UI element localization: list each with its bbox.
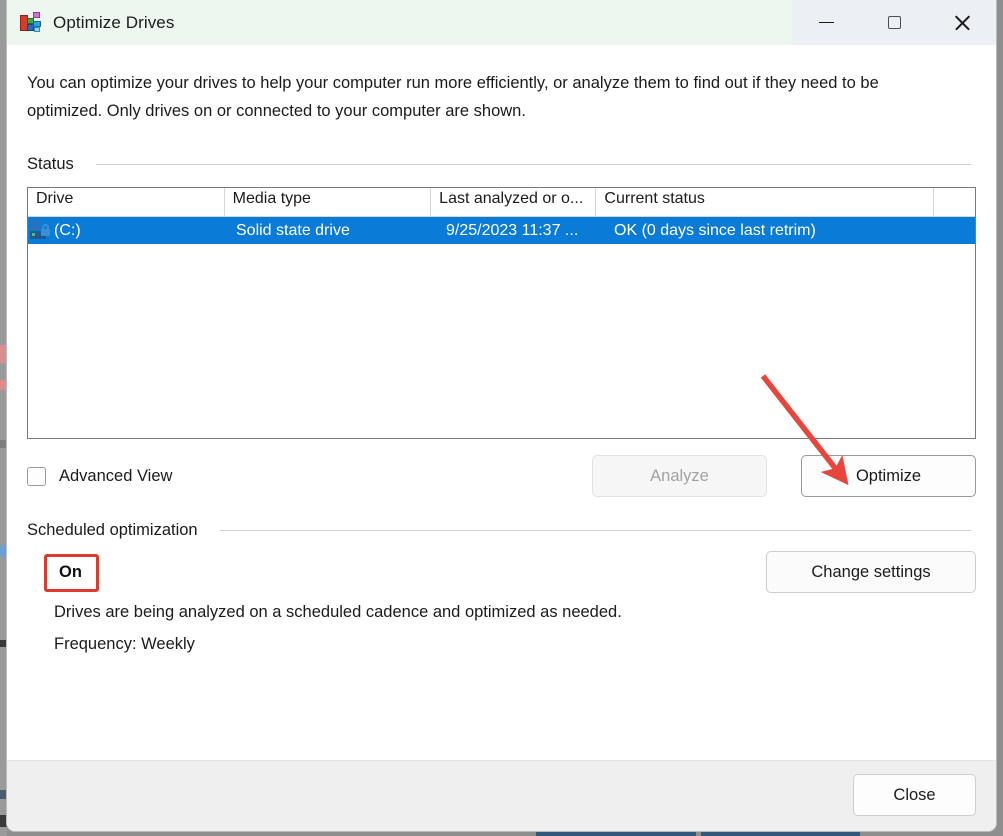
analyze-button[interactable]: Analyze: [592, 455, 767, 497]
cell-drive: (C:): [28, 221, 228, 240]
scheduled-heading: Scheduled optimization: [27, 521, 198, 540]
scheduled-divider: [220, 530, 971, 531]
maximize-icon: [888, 16, 901, 29]
title-bar: Optimize Drives: [7, 0, 996, 45]
close-icon: [953, 14, 971, 32]
scheduled-section-body: On Drives are being analyzed on a schedu…: [27, 554, 976, 654]
close-window-button[interactable]: [928, 0, 996, 45]
actions-row: Advanced View Analyze Optimize: [27, 455, 976, 497]
scheduled-state-badge: On: [44, 554, 99, 592]
drives-table-header: Drive Media type Last analyzed or o... C…: [28, 188, 975, 217]
status-section-header: Status: [27, 155, 976, 174]
scheduled-section-header: Scheduled optimization: [27, 521, 976, 540]
column-header-current-status[interactable]: Current status: [596, 188, 933, 216]
hard-drive-locked-icon: [30, 221, 52, 240]
optimize-button[interactable]: Optimize: [801, 455, 976, 497]
cell-drive-label: (C:): [54, 222, 81, 240]
change-settings-button[interactable]: Change settings: [766, 551, 976, 593]
advanced-view-label: Advanced View: [59, 467, 172, 486]
cell-last-analyzed: 9/25/2023 11:37 ...: [438, 222, 606, 240]
column-header-spacer: [934, 188, 975, 216]
minimize-button[interactable]: [792, 0, 860, 45]
status-heading: Status: [27, 155, 74, 174]
maximize-button[interactable]: [860, 0, 928, 45]
table-row[interactable]: (C:) Solid state drive 9/25/2023 11:37 .…: [28, 217, 975, 244]
optimize-drives-window: Optimize Drives You can optimize your dr…: [6, 0, 997, 832]
column-header-media-type[interactable]: Media type: [225, 188, 432, 216]
intro-text: You can optimize your drives to help you…: [27, 45, 932, 125]
status-divider: [96, 164, 971, 165]
advanced-view-checkbox[interactable]: Advanced View: [27, 467, 172, 486]
window-controls: [792, 0, 996, 45]
drives-table[interactable]: Drive Media type Last analyzed or o... C…: [27, 187, 976, 439]
close-button[interactable]: Close: [853, 774, 976, 816]
scheduled-description: Drives are being analyzed on a scheduled…: [54, 603, 976, 622]
column-header-last-analyzed[interactable]: Last analyzed or o...: [431, 188, 596, 216]
dialog-body: You can optimize your drives to help you…: [7, 45, 996, 760]
column-header-drive[interactable]: Drive: [28, 188, 225, 216]
checkbox-box-icon: [27, 467, 46, 486]
scheduled-frequency: Frequency: Weekly: [54, 635, 976, 654]
cell-media-type: Solid state drive: [228, 222, 438, 240]
cell-current-status: OK (0 days since last retrim): [606, 222, 949, 240]
dialog-footer: Close: [7, 760, 996, 831]
window-title: Optimize Drives: [53, 13, 174, 33]
minimize-icon: [819, 22, 834, 23]
screen: Optimize Drives You can optimize your dr…: [0, 0, 1003, 836]
defrag-icon: [20, 12, 42, 34]
